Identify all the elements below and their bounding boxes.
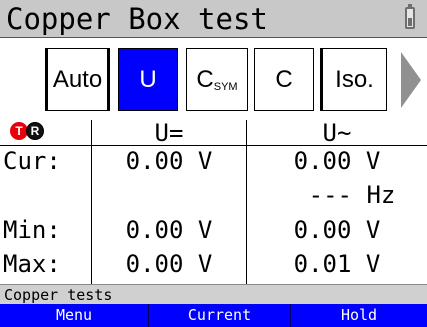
hold-softkey[interactable]: Hold (291, 304, 427, 327)
current-softkey[interactable]: Current (149, 304, 290, 327)
row-label-cur: Cur: (3, 147, 61, 175)
column-header-dc: U= (154, 119, 184, 147)
title-bar: Copper Box test (0, 0, 427, 38)
cur-ac-value: 0.00 V (293, 147, 381, 175)
measurement-table: T R U= U~ Cur: 0.00 V 0.00 V --- Hz Min:… (0, 119, 427, 284)
row-label-max: Max: (3, 250, 61, 278)
row-label-min: Min: (3, 216, 61, 244)
battery-icon (405, 4, 415, 29)
tab-auto[interactable]: Auto (45, 48, 110, 111)
menu-softkey[interactable]: Menu (0, 304, 148, 327)
max-dc-value: 0.00 V (125, 250, 213, 278)
tab-auto-label: Auto (52, 65, 103, 93)
min-dc-value: 0.00 V (125, 216, 213, 244)
column-header-ac: U~ (322, 119, 352, 147)
cur-dc-value: 0.00 V (125, 147, 213, 175)
tab-capacitance[interactable]: C (254, 48, 314, 111)
tab-c-sym[interactable]: C SYM (186, 48, 248, 111)
frequency-value: --- Hz (308, 181, 396, 209)
mode-tabs: Auto U C SYM C Iso. (0, 38, 427, 120)
tab-voltage-label: U (139, 65, 157, 93)
softkey-bar: Menu Current Hold (0, 304, 427, 327)
page-title: Copper Box test (6, 2, 268, 36)
tab-c-sym-label: C (196, 65, 214, 93)
device-screen: Copper Box test Auto U C SYM C Iso. T R U… (0, 0, 427, 327)
tab-capacitance-label: C (275, 65, 293, 93)
status-text: Copper tests (4, 286, 113, 304)
tab-isolation-label: Iso. (335, 65, 374, 93)
tab-c-sym-subscript: SYM (213, 80, 238, 93)
status-bar: Copper tests (0, 284, 427, 304)
arrow-right-icon[interactable] (401, 52, 421, 108)
probe-r-icon: R (26, 122, 44, 140)
max-ac-value: 0.01 V (293, 250, 381, 278)
tab-voltage[interactable]: U (118, 48, 178, 111)
min-ac-value: 0.00 V (293, 216, 381, 244)
tab-isolation[interactable]: Iso. (320, 48, 387, 111)
